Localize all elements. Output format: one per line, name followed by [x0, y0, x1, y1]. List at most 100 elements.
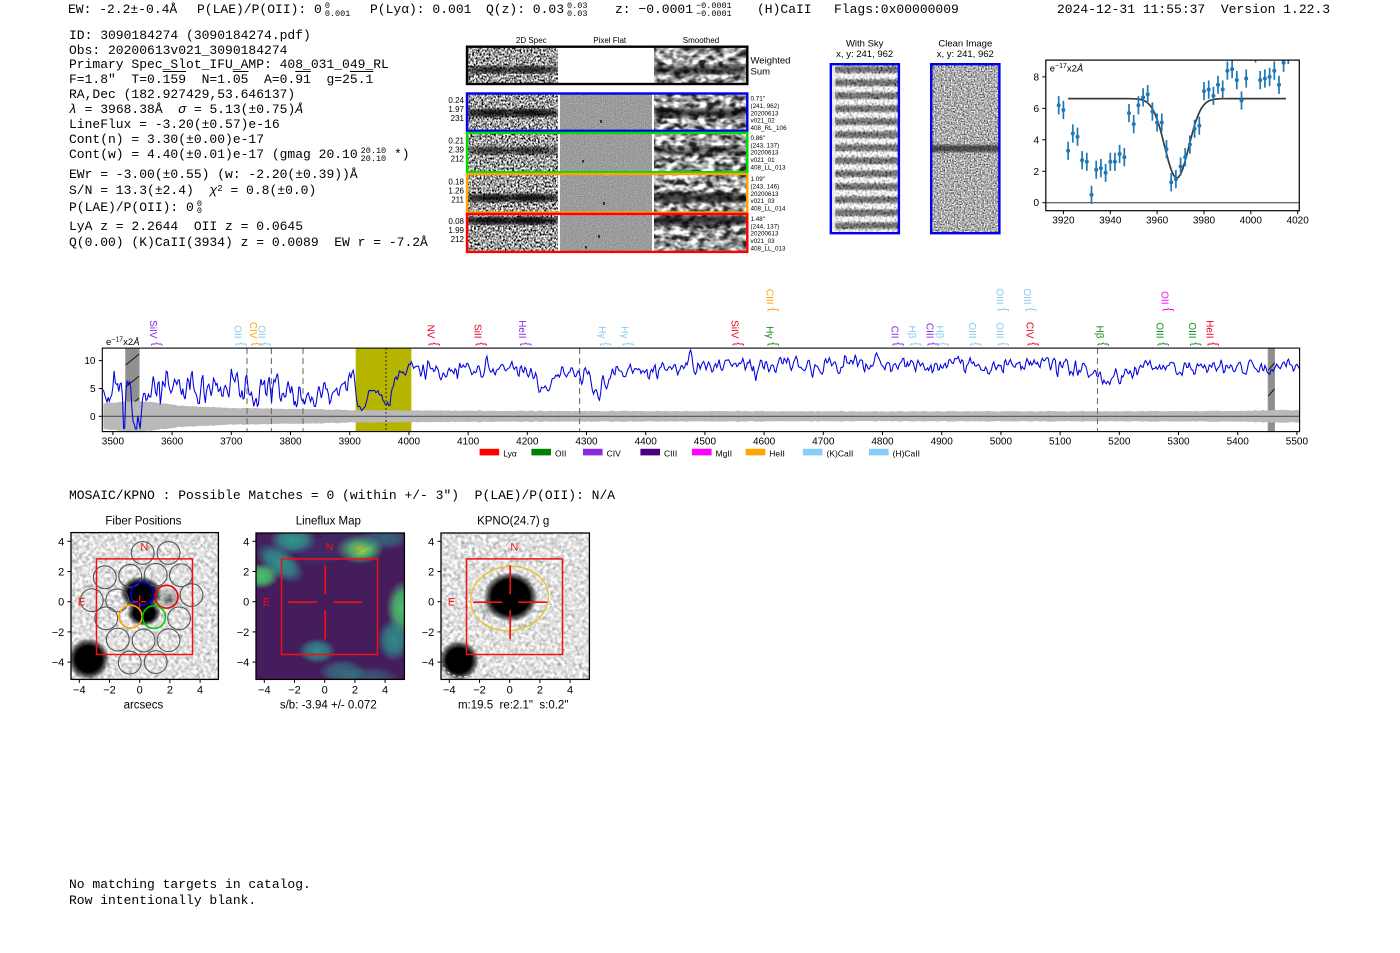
svg-text:SiIV: SiIV	[147, 320, 158, 339]
svg-text:−4: −4	[237, 657, 250, 669]
svg-text:1.97: 1.97	[448, 105, 464, 114]
svg-text:−2: −2	[103, 685, 116, 697]
svg-text:5500: 5500	[1286, 437, 1309, 448]
svg-text:{: {	[235, 342, 247, 346]
svg-text:1.26: 1.26	[448, 186, 464, 195]
svg-text:3900: 3900	[339, 437, 362, 448]
svg-text:{: {	[767, 342, 779, 346]
svg-text:3940: 3940	[1099, 216, 1122, 227]
svg-text:0: 0	[428, 597, 434, 609]
svg-text:−2: −2	[52, 627, 65, 639]
svg-text:4500: 4500	[694, 437, 717, 448]
svg-text:HeII: HeII	[516, 320, 527, 338]
svg-text:{: {	[1097, 342, 1109, 346]
svg-text:{: {	[732, 342, 744, 346]
svg-text:4: 4	[428, 536, 434, 548]
svg-text:4600: 4600	[753, 437, 776, 448]
svg-text:CII: CII	[889, 326, 900, 339]
svg-text:Lineflux Map: Lineflux Map	[296, 516, 361, 528]
svg-text:0.24: 0.24	[448, 96, 464, 105]
svg-text:m:19.5 re:2.1" s:0.2": m:19.5 re:2.1" s:0.2"	[458, 700, 568, 712]
svg-text:{: {	[910, 342, 922, 346]
svg-text:3920: 3920	[1052, 216, 1075, 227]
svg-text:5300: 5300	[1167, 437, 1190, 448]
svg-text:v021_03: v021_03	[751, 198, 776, 205]
svg-text:5: 5	[90, 384, 96, 395]
svg-text:3700: 3700	[220, 437, 243, 448]
svg-text:2: 2	[352, 685, 358, 697]
svg-text:2D Spec: 2D Spec	[516, 36, 547, 45]
svg-text:3980: 3980	[1193, 216, 1216, 227]
svg-text:(243, 146): (243, 146)	[751, 183, 780, 190]
svg-text:{: {	[428, 342, 440, 346]
svg-text:Fiber Positions: Fiber Positions	[105, 516, 181, 528]
svg-text:3800: 3800	[279, 437, 302, 448]
svg-text:Smoothed: Smoothed	[683, 36, 719, 45]
svg-text:s/b: -3.94 +/- 0.072: s/b: -3.94 +/- 0.072	[280, 700, 377, 712]
svg-text:{: {	[1027, 342, 1039, 346]
svg-text:1.48": 1.48"	[751, 216, 766, 223]
svg-text:4900: 4900	[931, 437, 954, 448]
svg-text:CIII: CIII	[664, 448, 677, 458]
svg-text:6: 6	[1033, 104, 1039, 115]
svg-text:−4: −4	[443, 685, 456, 697]
svg-text:Hβ: Hβ	[906, 326, 917, 339]
svg-text:{: {	[151, 342, 163, 346]
svg-text:{: {	[892, 342, 904, 346]
svg-text:4700: 4700	[812, 437, 835, 448]
svg-text:N: N	[140, 542, 148, 554]
svg-text:v021_02: v021_02	[751, 118, 776, 125]
svg-text:2: 2	[167, 685, 173, 697]
svg-text:0.21: 0.21	[448, 137, 464, 146]
svg-text:{: {	[1207, 342, 1219, 346]
svg-text:−2: −2	[288, 685, 301, 697]
svg-text:2: 2	[428, 567, 434, 579]
svg-text:(241, 962): (241, 962)	[751, 103, 780, 110]
svg-text:{: {	[600, 342, 612, 346]
svg-text:{: {	[937, 342, 949, 346]
svg-text:(243, 137): (243, 137)	[751, 142, 780, 149]
svg-text:OII: OII	[232, 325, 243, 338]
svg-text:0: 0	[58, 597, 64, 609]
svg-text:Hγ: Hγ	[619, 326, 630, 338]
svg-text:OIII: OIII	[1186, 322, 1197, 338]
svg-text:211: 211	[451, 195, 464, 204]
svg-text:4: 4	[58, 536, 64, 548]
svg-text:4: 4	[382, 685, 388, 697]
svg-text:4100: 4100	[457, 437, 480, 448]
svg-text:CIII: CIII	[764, 289, 775, 305]
svg-text:Pixel Flat: Pixel Flat	[593, 36, 627, 45]
svg-text:0.86": 0.86"	[751, 135, 766, 142]
svg-text:231: 231	[451, 114, 465, 123]
svg-text:CIII: CIII	[924, 323, 935, 339]
svg-text:408_LL_013: 408_LL_013	[751, 246, 787, 253]
svg-text:212: 212	[451, 155, 465, 164]
svg-text:NV: NV	[425, 325, 436, 339]
svg-text:0: 0	[1033, 198, 1039, 209]
svg-text:{: {	[259, 342, 271, 346]
svg-text:408_RL_106: 408_RL_106	[751, 125, 788, 132]
svg-text:−4: −4	[258, 685, 271, 697]
svg-text:0: 0	[322, 685, 328, 697]
svg-text:212: 212	[451, 235, 465, 244]
svg-text:0.71": 0.71"	[751, 96, 766, 103]
svg-text:3500: 3500	[102, 437, 125, 448]
svg-text:20200613: 20200613	[751, 150, 780, 157]
svg-text:Hγ: Hγ	[596, 326, 607, 338]
svg-text:4400: 4400	[635, 437, 658, 448]
svg-text:MgII: MgII	[716, 448, 733, 458]
svg-text:1.99: 1.99	[448, 226, 464, 235]
svg-text:5100: 5100	[1049, 437, 1072, 448]
svg-text:With Sky: With Sky	[846, 38, 884, 49]
svg-text:HeII: HeII	[769, 448, 785, 458]
svg-text:Hβ: Hβ	[934, 326, 945, 339]
svg-text:OIII: OIII	[994, 322, 1005, 338]
svg-text:−2: −2	[237, 627, 250, 639]
svg-text:{: {	[1190, 342, 1202, 346]
svg-text:4300: 4300	[575, 437, 598, 448]
svg-text:OII: OII	[1159, 291, 1170, 304]
svg-text:{: {	[1157, 342, 1169, 346]
svg-text:408_LL_013: 408_LL_013	[751, 165, 787, 172]
svg-text:2: 2	[537, 685, 543, 697]
svg-text:−2: −2	[422, 627, 435, 639]
